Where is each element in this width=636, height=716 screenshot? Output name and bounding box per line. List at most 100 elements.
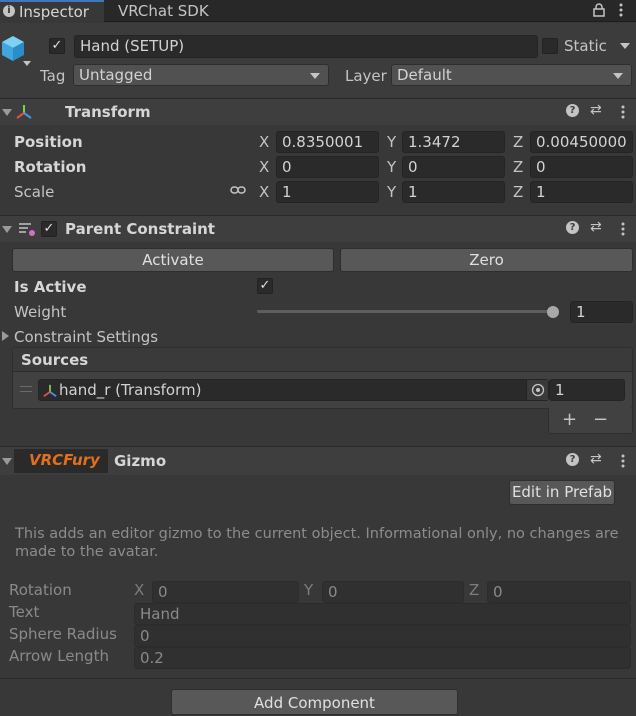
sources-label: Sources — [21, 351, 89, 369]
static-checkbox[interactable] — [542, 38, 558, 54]
source-weight-field[interactable]: 1 — [549, 379, 625, 401]
add-source-button[interactable]: + — [562, 409, 577, 430]
static-dropdown-icon[interactable] — [620, 43, 630, 49]
edit-in-prefab-button[interactable]: Edit in Prefab — [509, 480, 615, 505]
rotation-z-field[interactable]: 0 — [530, 156, 633, 178]
scale-label[interactable]: Scale — [14, 183, 54, 201]
is-active-label: Is Active — [14, 278, 87, 296]
gameobject-active-checkbox[interactable]: ✓ — [49, 38, 65, 54]
layer-label: Layer — [345, 67, 387, 85]
vrcfury-gizmo-title: Gizmo — [114, 452, 167, 470]
scale-y-axis[interactable]: Y — [387, 183, 396, 201]
transform-title: Transform — [65, 103, 151, 121]
gizmo-rotation-x-axis[interactable]: X — [134, 581, 144, 599]
position-label[interactable]: Position — [14, 133, 83, 151]
gizmo-text-field[interactable]: Hand — [134, 603, 631, 625]
weight-slider-thumb[interactable] — [547, 306, 559, 318]
position-x-axis[interactable]: X — [259, 133, 269, 151]
gizmo-rotation-label: Rotation — [9, 581, 72, 599]
constraint-settings-foldout-icon[interactable] — [2, 331, 9, 341]
scale-z-field[interactable]: 1 — [530, 181, 633, 203]
help-icon[interactable]: ? — [566, 104, 579, 117]
rotation-x-axis[interactable]: X — [259, 158, 269, 176]
component-menu-icon[interactable] — [620, 454, 626, 468]
position-x-field[interactable]: 0.8350001 — [276, 131, 379, 153]
layer-dropdown[interactable]: Default — [391, 64, 632, 86]
source-transform-field[interactable]: hand_r (Transform) — [38, 379, 549, 401]
preset-icon[interactable]: ⇄ — [590, 219, 602, 235]
arrow-length-field[interactable]: 0.2 — [134, 647, 631, 669]
sphere-radius-label: Sphere Radius — [9, 625, 117, 643]
position-z-axis[interactable]: Z — [513, 133, 523, 151]
help-icon[interactable]: ? — [566, 221, 579, 234]
rotation-y-axis[interactable]: Y — [387, 158, 396, 176]
layer-value: Default — [397, 66, 452, 84]
scale-x-field[interactable]: 1 — [276, 181, 379, 203]
constraint-icon — [18, 221, 36, 237]
transform-header[interactable]: Transform ? ⇄ — [0, 98, 636, 125]
gameobject-cube-icon — [0, 34, 26, 64]
scale-z-axis[interactable]: Z — [513, 183, 523, 201]
static-label: Static — [564, 37, 607, 55]
sphere-radius-field[interactable]: 0 — [134, 625, 631, 647]
tag-value: Untagged — [79, 66, 153, 84]
tab-vrchat-sdk-label: VRChat SDK — [118, 2, 209, 20]
vrcfury-badge: VRCFury — [14, 449, 108, 473]
add-component-button[interactable]: Add Component — [171, 689, 458, 715]
preset-icon[interactable]: ⇄ — [590, 102, 602, 118]
source-name: hand_r (Transform) — [59, 381, 202, 399]
component-separator — [0, 678, 636, 679]
gizmo-rotation-y-field[interactable]: 0 — [322, 581, 464, 603]
position-y-axis[interactable]: Y — [387, 133, 396, 151]
weight-field[interactable]: 1 — [570, 301, 633, 323]
rotation-z-axis[interactable]: Z — [513, 158, 523, 176]
kebab-menu-icon[interactable] — [618, 3, 624, 17]
tab-vrchat-sdk[interactable]: VRChat SDK — [110, 0, 230, 22]
component-menu-icon[interactable] — [620, 222, 626, 236]
tab-inspector[interactable]: i Inspector — [0, 0, 104, 23]
rotation-label[interactable]: Rotation — [14, 158, 86, 176]
transform-foldout-icon[interactable] — [2, 109, 12, 116]
is-active-checkbox[interactable]: ✓ — [257, 278, 273, 294]
gizmo-rotation-z-axis[interactable]: Z — [469, 581, 479, 599]
parent-constraint-header[interactable]: ✓ Parent Constraint ? ⇄ — [0, 215, 636, 242]
remove-source-button[interactable]: − — [593, 409, 608, 430]
sources-header — [13, 348, 632, 372]
gizmo-rotation-y-axis[interactable]: Y — [304, 581, 313, 599]
tag-dropdown[interactable]: Untagged — [73, 64, 329, 86]
parent-constraint-foldout-icon[interactable] — [2, 226, 12, 233]
weight-label: Weight — [14, 303, 67, 321]
rotation-x-field[interactable]: 0 — [276, 156, 379, 178]
constraint-settings-label[interactable]: Constraint Settings — [14, 328, 158, 346]
activate-button[interactable]: Activate — [12, 248, 334, 272]
object-picker-icon[interactable] — [526, 380, 548, 400]
vrcfury-badge-label: VRCFury — [29, 451, 100, 469]
preset-icon[interactable]: ⇄ — [590, 451, 602, 467]
tag-label: Tag — [40, 67, 66, 85]
position-y-field[interactable]: 1.3472 — [402, 131, 505, 153]
scale-y-field[interactable]: 1 — [402, 181, 505, 203]
info-icon: i — [3, 5, 15, 17]
weight-slider-track — [257, 310, 559, 313]
component-menu-icon[interactable] — [620, 105, 626, 119]
vrcfury-foldout-icon[interactable] — [2, 458, 12, 465]
parent-constraint-enabled-checkbox[interactable]: ✓ — [41, 221, 57, 237]
scale-x-axis[interactable]: X — [259, 183, 269, 201]
vrcfury-info-box: This adds an editor gizmo to the current… — [9, 520, 629, 564]
lock-icon[interactable] — [593, 3, 605, 17]
gizmo-rotation-z-field[interactable]: 0 — [487, 581, 631, 603]
gameobject-name-field[interactable]: Hand (SETUP) — [74, 35, 538, 58]
tab-inspector-label: Inspector — [19, 3, 89, 21]
gameobject-icon-dropdown-icon[interactable] — [23, 61, 31, 66]
gizmo-rotation-x-field[interactable]: 0 — [152, 581, 299, 603]
zero-button[interactable]: Zero — [340, 248, 633, 272]
parent-constraint-title: Parent Constraint — [65, 220, 215, 238]
weight-slider[interactable] — [257, 303, 563, 321]
vrcfury-info-text: This adds an editor gizmo to the current… — [15, 526, 619, 560]
drag-handle-icon[interactable] — [20, 386, 32, 392]
link-icon[interactable] — [230, 184, 246, 196]
help-icon[interactable]: ? — [566, 453, 579, 466]
position-z-field[interactable]: 0.00450000 — [530, 131, 633, 153]
rotation-y-field[interactable]: 0 — [402, 156, 505, 178]
vrcfury-gizmo-header[interactable]: VRCFury Gizmo ? ⇄ — [0, 446, 636, 475]
